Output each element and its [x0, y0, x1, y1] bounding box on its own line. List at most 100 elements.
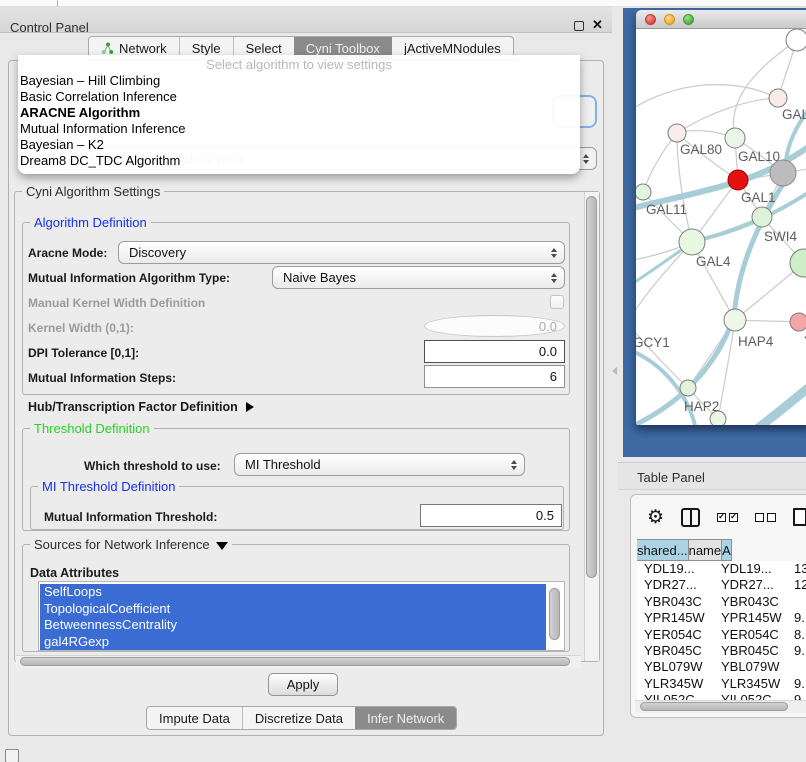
float-panel-icon[interactable] [574, 21, 584, 31]
network-node-label: HAP4 [738, 334, 774, 349]
table-row[interactable]: YBL079W YBL079W [637, 659, 806, 675]
dropdown-item-label: ARACNE Algorithm [20, 105, 140, 120]
combo-arrows-icon [583, 154, 589, 164]
kernel-width-field[interactable]: 0.0 [424, 315, 565, 337]
app-root: Control Panel ✕ Network [0, 0, 806, 762]
hub-definition-toggle[interactable]: Hub/Transcription Factor Definition [28, 400, 254, 414]
attribute-label: gal4RGexp [44, 634, 109, 649]
table-hscrollbar-thumb[interactable] [640, 702, 788, 711]
network-node-SWI4[interactable] [752, 207, 772, 227]
cell-value [789, 659, 806, 675]
which-threshold-combo[interactable]: MI Threshold [234, 453, 525, 476]
dropdown-item-label: Bayesian – K2 [20, 137, 104, 152]
dpi-tolerance-field[interactable]: 0.0 [424, 340, 565, 363]
mi-steps-field[interactable]: 6 [424, 365, 565, 388]
network-node-GAL80[interactable] [668, 124, 686, 142]
network-node-label: GAL [782, 107, 806, 122]
network-window-titlebar[interactable] [636, 10, 806, 29]
aracne-mode-combo[interactable]: Discovery [118, 241, 565, 264]
minimized-panel-icon[interactable] [5, 749, 19, 762]
network-desktop: GALGAL80GAL10GAL1GAL11SWI4GAL4GCY1HAP4YH… [623, 8, 806, 457]
dropdown-item[interactable]: Basic Correlation Inference [18, 89, 580, 105]
cell-name: YBR045C [714, 643, 789, 659]
network-node-Y[interactable] [790, 313, 806, 331]
cell-value: 13 [789, 561, 806, 577]
mi-threshold-field[interactable]: 0.5 [420, 504, 562, 527]
network-node-label: GAL4 [696, 254, 731, 269]
network-node-GAL1[interactable] [728, 170, 748, 190]
select-all-columns-icon[interactable] [717, 513, 738, 522]
network-node[interactable] [786, 29, 806, 51]
settings-scrollbar-thumb[interactable] [586, 196, 597, 578]
column-header[interactable]: A [722, 539, 732, 561]
tab-label: Infer Network [367, 711, 444, 726]
network-node-HAP4[interactable] [724, 309, 746, 331]
network-canvas[interactable]: GALGAL80GAL10GAL1GAL11SWI4GAL4GCY1HAP4YH… [636, 29, 806, 425]
network-node-label: GAL11 [646, 202, 687, 217]
network-node-GAL11[interactable] [636, 184, 651, 200]
dropdown-item-label: Dream8 DC_TDC Algorithm [20, 153, 180, 168]
new-column-icon[interactable] [793, 508, 806, 526]
tab-label: Discretize Data [255, 711, 343, 726]
minimize-traffic-light-icon[interactable] [664, 14, 675, 25]
mi-threshold-label: Mutual Information Threshold: [44, 510, 217, 524]
data-attributes-label: Data Attributes [30, 566, 119, 580]
mi-steps-label: Mutual Information Steps: [28, 371, 176, 385]
column-header[interactable]: shared... [637, 539, 689, 561]
dropdown-placeholder: Select algorithm to view settings [18, 57, 580, 73]
close-panel-icon[interactable]: ✕ [592, 17, 603, 33]
deselect-all-columns-icon[interactable] [755, 513, 776, 522]
tab[interactable]: Discretize Data [242, 707, 355, 729]
dropdown-item[interactable]: Bayesian – Hill Climbing [18, 73, 580, 89]
zoom-traffic-light-icon[interactable] [683, 14, 694, 25]
dropdown-item[interactable]: Mutual Information Inference [18, 121, 580, 137]
network-edge [677, 98, 778, 133]
dropdown-item-label: Mutual Information Inference [20, 121, 185, 136]
dropdown-item[interactable]: Dream8 DC_TDC Algorithm [18, 153, 580, 169]
settings-hscrollbar-thumb[interactable] [20, 657, 570, 666]
combo-arrows-icon [551, 248, 557, 258]
tab[interactable]: Infer Network [355, 707, 456, 729]
split-columns-icon[interactable] [681, 508, 700, 527]
network-node-GAL[interactable] [769, 89, 787, 107]
attribute-list-item[interactable]: TopologicalCoefficient [40, 601, 546, 618]
mi-type-combo[interactable]: Naive Bayes [272, 266, 565, 289]
network-node-GAL4[interactable] [679, 229, 705, 255]
cell-value: 9. [789, 643, 806, 659]
attribute-list-scrollbar-thumb[interactable] [549, 588, 560, 640]
table-header-row: shared... name A [637, 539, 806, 561]
close-traffic-light-icon[interactable] [645, 14, 656, 25]
column-header[interactable]: name [689, 539, 723, 561]
tab[interactable]: Impute Data [147, 707, 242, 729]
which-threshold-label: Which threshold to use: [84, 459, 221, 473]
table-row[interactable]: YER054C YER054C 8. [637, 627, 806, 643]
dpi-tolerance-label: DPI Tolerance [0,1]: [28, 346, 139, 360]
manual-kernel-label: Manual Kernel Width Definition [28, 296, 205, 310]
table-row[interactable]: YDL19... YDL19... 13 [637, 561, 806, 577]
attribute-label: BetweennessCentrality [44, 617, 177, 632]
tab-label: jActiveMNodules [404, 41, 501, 56]
dropdown-item[interactable]: Bayesian – K2 [18, 137, 580, 153]
network-node-label: HAP2 [684, 399, 719, 414]
tab-label: Style [192, 41, 221, 56]
attribute-list-item[interactable]: SelfLoops [40, 584, 546, 601]
manual-kernel-checkbox[interactable] [550, 295, 564, 309]
table-row[interactable]: YBR043C YBR043C [637, 594, 806, 610]
table-row[interactable]: YBR045C YBR045C 9. [637, 643, 806, 659]
table-row[interactable]: YDR27... YDR27... 12 [637, 577, 806, 593]
gear-icon[interactable]: ⚙ [647, 508, 664, 527]
network-node-GAL10[interactable] [725, 128, 745, 148]
table-row[interactable]: YLR345W YLR345W 9. [637, 676, 806, 692]
network-node-HAP2[interactable] [680, 380, 696, 396]
attribute-list-item[interactable]: gal4RGexp [40, 634, 546, 651]
sources-group-title[interactable]: Sources for Network Inference [30, 537, 232, 552]
network-edge [754, 369, 806, 425]
dropdown-item[interactable]: ARACNE Algorithm [18, 105, 580, 121]
attribute-list-item[interactable]: BetweennessCentrality [40, 617, 546, 634]
table-row[interactable]: YPR145W YPR145W 9. [637, 610, 806, 626]
apply-button[interactable]: Apply [268, 673, 338, 696]
cell-name: YER054C [714, 627, 789, 643]
splitter-handle-icon[interactable] [612, 367, 617, 375]
collapse-arrow-icon [216, 542, 228, 550]
cell-name: YBR043C [714, 594, 789, 610]
